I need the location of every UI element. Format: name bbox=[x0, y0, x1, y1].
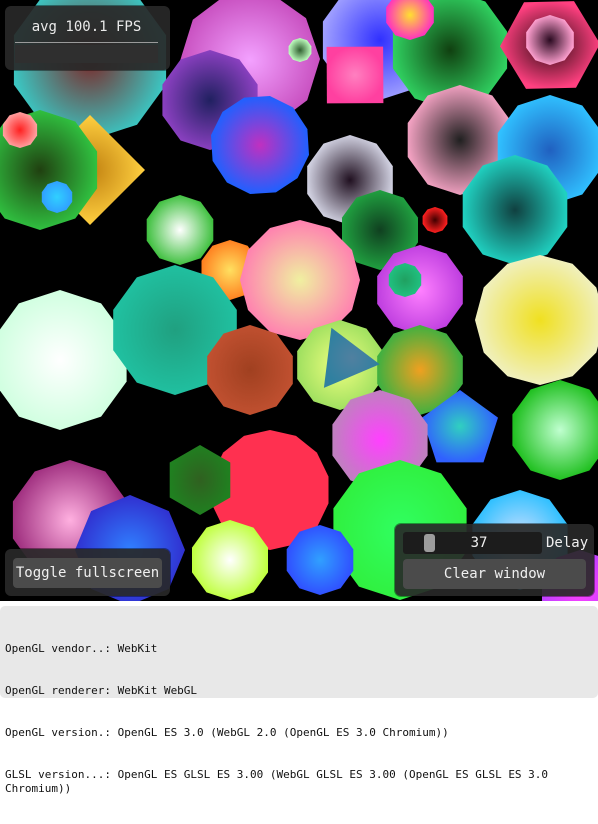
gl-renderer-line: OpenGL renderer: WebKit WebGL bbox=[5, 684, 198, 697]
gl-version-line: OpenGL version.: OpenGL ES 3.0 (WebGL 2.… bbox=[5, 726, 449, 739]
render-canvas bbox=[0, 0, 598, 601]
delay-value: 37 ms bbox=[470, 535, 488, 573]
scene-polygon bbox=[422, 207, 448, 233]
toggle-fullscreen-button[interactable]: Toggle fullscreen bbox=[13, 558, 162, 588]
gl-vendor-line: OpenGL vendor..: WebKit bbox=[5, 642, 158, 655]
fps-readout: avg 100.1 FPS bbox=[15, 12, 158, 43]
fullscreen-panel: Toggle fullscreen bbox=[5, 549, 170, 596]
glsl-version-line: GLSL version...: OpenGL ES GLSL ES 3.00 … bbox=[5, 768, 555, 795]
scene-polygon bbox=[211, 96, 309, 194]
fps-panel: avg 100.1 FPS bbox=[5, 6, 170, 70]
scene-polygon bbox=[512, 380, 598, 480]
scene-polygon bbox=[2, 112, 38, 148]
scene-polygon bbox=[388, 263, 422, 297]
fps-graph bbox=[15, 45, 158, 63]
delay-label: Delay bbox=[546, 535, 589, 551]
scene-polygon bbox=[146, 195, 214, 265]
scene-polygon bbox=[526, 15, 574, 65]
scene-polygon bbox=[326, 46, 384, 104]
scene-polygon bbox=[192, 520, 268, 600]
scene-polygon bbox=[377, 245, 463, 335]
scene-polygon bbox=[288, 38, 312, 62]
delay-slider-thumb[interactable] bbox=[424, 534, 435, 552]
gl-info-text: OpenGL vendor..: WebKit OpenGL renderer:… bbox=[5, 614, 593, 824]
scene-polygon bbox=[475, 255, 598, 385]
scene-polygon bbox=[207, 325, 293, 415]
delay-slider[interactable]: 37 ms bbox=[403, 532, 542, 573]
controls-panel: 37 ms Delay Clear window bbox=[395, 524, 594, 596]
gl-info-panel: OpenGL vendor..: WebKit OpenGL renderer:… bbox=[0, 606, 598, 795]
clear-window-button[interactable]: Clear window bbox=[403, 559, 586, 589]
shapes-scene bbox=[0, 0, 598, 601]
scene-polygon bbox=[462, 155, 568, 265]
scene-polygon bbox=[286, 525, 354, 595]
scene-polygon bbox=[0, 290, 127, 430]
